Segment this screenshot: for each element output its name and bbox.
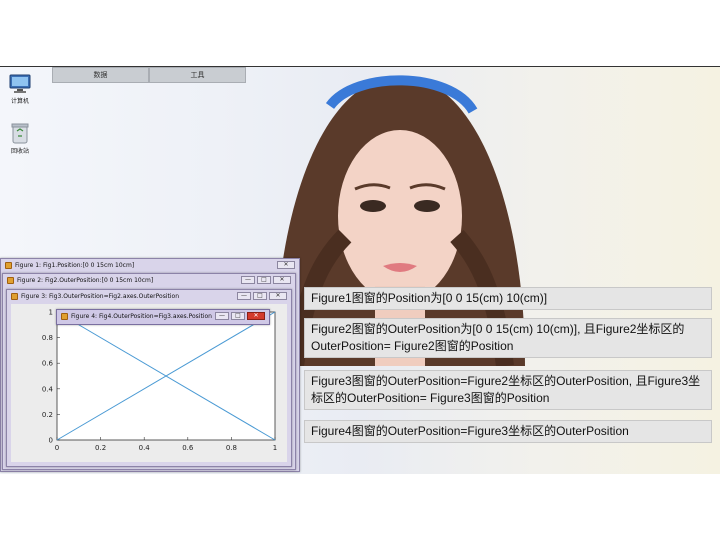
x-tick-label: 0.6: [182, 444, 194, 452]
y-tick-label: 0.8: [42, 334, 53, 342]
close-button[interactable]: ✕: [269, 292, 287, 300]
x-tick-label: 0.8: [226, 444, 237, 452]
desktop-icon-label: 计算机: [10, 98, 29, 105]
window-title: Figure 1: Fig1.Position:[0 0 15cm 10cm]: [15, 262, 135, 269]
tab-tools[interactable]: 工具: [149, 67, 246, 83]
window-controls: — □ ✕: [215, 312, 265, 320]
tab-data[interactable]: 数据: [52, 67, 149, 83]
close-button[interactable]: ✕: [247, 312, 265, 320]
window-title: Figure 4: Fig4.OuterPosition=Fig3.axes.P…: [71, 313, 212, 320]
minimize-button[interactable]: —: [215, 312, 229, 320]
computer-icon: [9, 74, 31, 93]
matlab-figure-icon: [7, 277, 14, 284]
y-tick-label: 0.2: [42, 411, 53, 419]
window-controls: ✕: [277, 261, 295, 269]
window-title: Figure 2: Fig2.OuterPosition:[0 0 15cm 1…: [17, 277, 154, 284]
matlab-figure-icon: [61, 313, 68, 320]
window-controls: — □ ✕: [241, 276, 291, 284]
figure-3-canvas: 0 0.2 0.4 0.6 0.8 1 0 0.2 0.4 0.6 0.8 1: [11, 304, 287, 462]
minimize-button[interactable]: —: [241, 276, 255, 284]
x-tick-label: 0: [55, 444, 59, 452]
maximize-button[interactable]: □: [231, 312, 245, 320]
window-controls: — □ ✕: [237, 292, 287, 300]
figure-4-window[interactable]: Figure 4: Fig4.OuterPosition=Fig3.axes.P…: [56, 309, 270, 325]
matlab-figure-icon: [11, 293, 18, 300]
top-tab-bar: 数据 工具: [52, 67, 246, 83]
close-button[interactable]: ✕: [273, 276, 291, 284]
annotation-figure3: Figure3图窗的OuterPosition=Figure2坐标区的Outer…: [304, 370, 712, 410]
x-tick-label: 0.2: [95, 444, 106, 452]
minimize-button[interactable]: —: [237, 292, 251, 300]
annotation-figure4: Figure4图窗的OuterPosition=Figure3坐标区的Outer…: [304, 420, 712, 443]
close-button[interactable]: ✕: [277, 261, 295, 269]
y-tick-label: 0: [49, 437, 53, 445]
y-tick-label: 0.6: [42, 360, 54, 368]
x-tick-label: 0.4: [139, 444, 151, 452]
figure-1-titlebar[interactable]: Figure 1: Fig1.Position:[0 0 15cm 10cm]: [1, 259, 299, 272]
matlab-figure-icon: [5, 262, 12, 269]
annotation-figure2: Figure2图窗的OuterPosition为[0 0 15(cm) 10(c…: [304, 318, 712, 358]
y-tick-label: 1: [49, 309, 53, 317]
recycle-bin-icon: [11, 123, 29, 144]
maximize-button[interactable]: □: [253, 292, 267, 300]
x-tick-label: 1: [273, 444, 277, 452]
maximize-button[interactable]: □: [257, 276, 271, 284]
desktop-icon-label: 回收站: [10, 148, 29, 155]
desktop-icon-recycle-bin[interactable]: 回收站: [5, 122, 35, 155]
line-plot: 0 0.2 0.4 0.6 0.8 1 0 0.2 0.4 0.6 0.8 1: [42, 309, 277, 453]
window-title: Figure 3: Fig3.OuterPosition=Fig2.axes.O…: [21, 293, 179, 300]
y-tick-label: 0.4: [42, 385, 54, 393]
desktop-icon-computer[interactable]: 计算机: [5, 74, 35, 105]
annotation-figure1: Figure1图窗的Position为[0 0 15(cm) 10(cm)]: [304, 287, 712, 310]
